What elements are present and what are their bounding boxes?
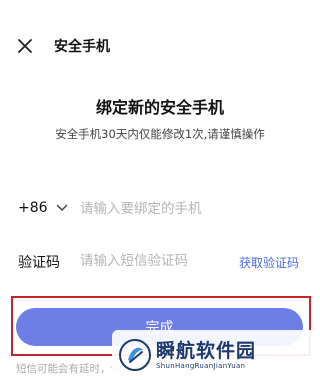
phone-row: +86	[0, 196, 320, 224]
country-code[interactable]: +86	[18, 200, 48, 216]
watermark-brand: 瞬航软件园	[156, 340, 257, 362]
phone-input[interactable]	[80, 196, 300, 222]
section-heading: 绑定新的安全手机	[95, 98, 224, 117]
bind-phone-page: 安全手机 绑定新的安全手机 安全手机30天内仅能修改1次,请谨慎操作 +86 验…	[0, 0, 320, 380]
watermark-sub: ShunHangRuanJianYuan	[156, 362, 246, 370]
top-bar: 安全手机	[0, 33, 320, 59]
watermark: 瞬航软件园 ShunHangRuanJianYuan	[112, 330, 320, 380]
brand-logo-icon	[118, 338, 152, 372]
verification-label: 验证码	[18, 255, 60, 271]
verification-code-input[interactable]	[80, 248, 220, 274]
close-icon[interactable]	[16, 37, 34, 55]
get-code-button[interactable]: 获取验证码	[239, 254, 299, 271]
verification-row: 验证码 获取验证码	[0, 248, 320, 276]
page-title: 安全手机	[54, 39, 110, 55]
chevron-down-icon[interactable]	[56, 203, 68, 213]
warning-subtext: 安全手机30天内仅能修改1次,请谨慎操作	[55, 127, 265, 141]
delay-hint: 短信可能会有延时，请	[16, 363, 121, 375]
